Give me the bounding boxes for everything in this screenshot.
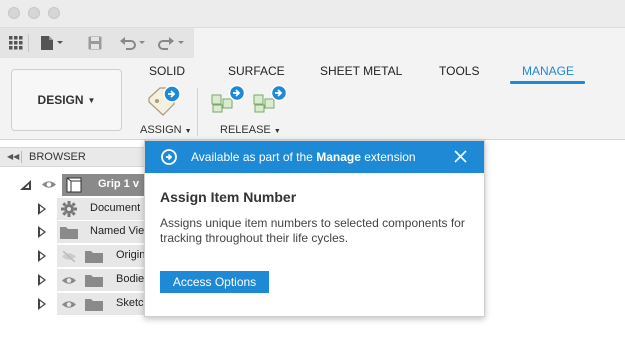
window-titlebar [0, 0, 625, 28]
tree-item-label: Grip 1 v [98, 178, 139, 190]
tab-surface[interactable]: SURFACE [228, 64, 285, 78]
toolbar-ribbon: DESIGN ▼ SOLID SURFACE SHEET METAL TOOLS… [0, 58, 625, 140]
browser-header[interactable]: ◀◀ BROWSER [0, 147, 150, 167]
tree-item-label: Named Vie [90, 225, 145, 237]
release-group-dropdown[interactable]: RELEASE ▼ [220, 124, 281, 136]
expanded-triangle-icon[interactable] [20, 180, 32, 194]
collapse-panel-icon[interactable]: ◀◀ [7, 152, 19, 161]
redo-icon[interactable] [158, 35, 186, 51]
active-tab-indicator [510, 81, 585, 84]
tree-item-label: Origin [116, 249, 146, 261]
banner-suffix: extension [360, 150, 416, 164]
eye-hidden-icon[interactable] [61, 250, 77, 265]
tree-item-label: Sketc [116, 297, 144, 309]
eye-icon[interactable] [61, 275, 77, 289]
zoom-window-button[interactable] [48, 7, 60, 19]
tree-item-label: Bodie [116, 273, 145, 285]
release-history-icon[interactable] [253, 84, 289, 113]
tree-item-label: Document [90, 202, 141, 214]
component-icon [66, 177, 82, 196]
toolbar-divider [28, 34, 29, 52]
eye-icon[interactable] [41, 179, 57, 193]
release-icon[interactable] [211, 84, 247, 113]
extension-popup: Available as part of the Manage extensio… [144, 140, 485, 317]
tab-sheet-metal[interactable]: SHEET METAL [320, 64, 402, 78]
assign-group-label: ASSIGN [140, 124, 182, 136]
group-divider [197, 88, 198, 136]
tree-row-document-settings[interactable]: Document [0, 198, 150, 220]
chevron-down-icon: ▼ [273, 128, 281, 135]
tree-row-sketches[interactable]: Sketc [0, 293, 150, 315]
workspace-label: DESIGN [37, 93, 84, 107]
close-window-button[interactable] [8, 7, 20, 19]
access-options-button[interactable]: Access Options [160, 271, 269, 293]
popup-banner: Available as part of the Manage extensio… [145, 141, 484, 173]
popup-description: Assigns unique item numbers to selected … [160, 216, 465, 245]
popup-title: Assign Item Number [160, 189, 297, 205]
file-icon[interactable] [40, 35, 64, 51]
popup-banner-text: Available as part of the Manage extensio… [191, 150, 416, 164]
eye-icon[interactable] [61, 299, 77, 313]
workspace-switcher[interactable]: DESIGN ▼ [11, 69, 122, 131]
grid-icon[interactable] [9, 35, 23, 51]
extension-badge-icon [161, 149, 177, 168]
release-group-label: RELEASE [220, 124, 271, 136]
gear-icon [61, 201, 77, 220]
banner-prefix: Available as part of the [191, 150, 317, 164]
chevron-down-icon: ▼ [184, 128, 192, 135]
minimize-window-button[interactable] [28, 7, 40, 19]
banner-extension-name: Manage [316, 150, 361, 164]
assign-group-dropdown[interactable]: ASSIGN ▼ [140, 124, 192, 136]
browser-title: BROWSER [29, 151, 86, 163]
tab-strip-background [194, 28, 625, 58]
tab-solid[interactable]: SOLID [149, 64, 185, 78]
folder-icon [85, 274, 103, 290]
tab-manage[interactable]: MANAGE [522, 64, 574, 78]
quick-access-toolbar [0, 28, 194, 58]
close-icon[interactable] [454, 150, 467, 166]
tree-row-named-views[interactable]: Named Vie [0, 221, 150, 243]
folder-icon [85, 298, 103, 314]
assign-item-number-icon[interactable] [146, 84, 182, 120]
folder-icon [85, 250, 103, 266]
tree-row-origin[interactable]: Origin [0, 245, 150, 267]
tree-row-root[interactable]: Grip 1 v [0, 174, 150, 196]
folder-icon [60, 226, 78, 242]
header-divider [21, 151, 22, 163]
undo-icon[interactable] [119, 35, 147, 51]
save-icon[interactable] [88, 35, 102, 51]
tree-row-bodies[interactable]: Bodie [0, 269, 150, 291]
tab-tools[interactable]: TOOLS [439, 64, 479, 78]
chevron-down-icon: ▼ [87, 95, 96, 105]
